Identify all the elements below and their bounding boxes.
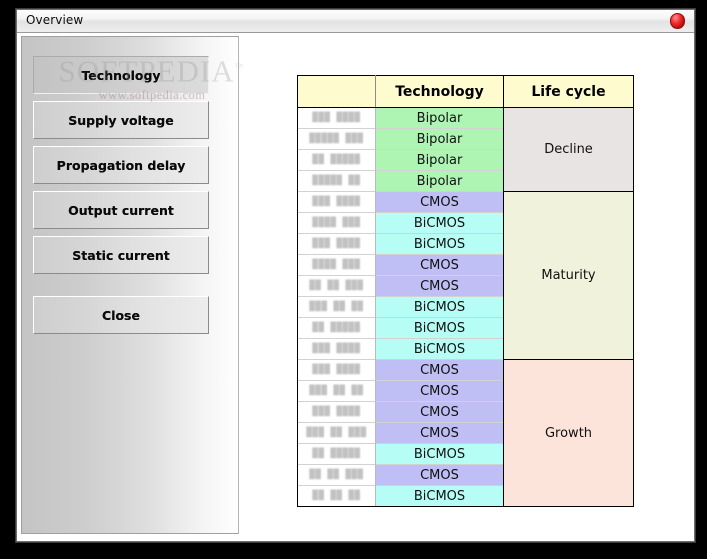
cell-part-number: ███ ████ [297, 233, 376, 255]
table-body: ███ ████ Bipolar Decline █████ ███ Bipolar ██… [297, 107, 634, 507]
cell-part-number: ███ ████ [297, 338, 376, 360]
sidebar-panel: Technology Supply voltage Propagation de… [21, 36, 244, 534]
cell-part-number: ███ ██ ███ [297, 422, 376, 444]
cell-technology: CMOS [375, 359, 504, 381]
cell-life-cycle: Maturity [503, 191, 634, 360]
cell-technology: BiCMOS [375, 233, 504, 255]
nav-button-label: Close [102, 307, 140, 323]
part-number-redacted: ███ ████ [312, 364, 361, 375]
cell-part-number: ██ █████ [297, 149, 376, 171]
cell-technology: BiCMOS [375, 443, 504, 465]
cell-part-number: ███ ██ ██ [297, 296, 376, 318]
cell-technology: Bipolar [375, 149, 504, 171]
column-header-technology: Technology [375, 75, 504, 108]
nav-button-label: Supply voltage [68, 112, 174, 128]
cell-life-cycle: Decline [503, 107, 634, 192]
technology-table-container: Technology Life cycle ███ ████ Bipolar Dec… [297, 75, 634, 507]
part-number-redacted: ███ ██ ██ [309, 385, 364, 396]
nav-button-static-current[interactable]: Static current [33, 236, 209, 274]
cell-technology: CMOS [375, 422, 504, 444]
cell-part-number: ██ ██ ██ [297, 485, 376, 507]
part-number-redacted: ████ ███ [312, 217, 361, 228]
cell-technology: CMOS [375, 380, 504, 402]
part-number-redacted: █████ ███ [309, 133, 364, 144]
cell-technology: BiCMOS [375, 338, 504, 360]
cell-part-number: ███ ████ [297, 359, 376, 381]
cell-technology: Bipolar [375, 128, 504, 150]
cell-technology: BiCMOS [375, 212, 504, 234]
part-number-redacted: ███ ████ [312, 196, 361, 207]
title-bar: Overview [17, 10, 694, 33]
cell-technology: CMOS [375, 275, 504, 297]
cell-technology: CMOS [375, 254, 504, 276]
close-icon-glyph [670, 13, 685, 29]
cell-technology: CMOS [375, 464, 504, 486]
cell-part-number: ███ ████ [297, 107, 376, 129]
part-number-redacted: ███ ████ [312, 406, 361, 417]
cell-technology: BiCMOS [375, 296, 504, 318]
nav-button-supply-voltage[interactable]: Supply voltage [33, 101, 209, 139]
part-number-redacted: ████ ███ [312, 259, 361, 270]
cell-part-number: █████ ███ [297, 128, 376, 150]
part-number-redacted: ███ ████ [312, 238, 361, 249]
cell-part-number: ███ ██ ██ [297, 380, 376, 402]
part-number-redacted: ██ █████ [312, 154, 361, 165]
part-number-redacted: ██ █████ [312, 448, 361, 459]
nav-button-label: Propagation delay [56, 157, 186, 173]
part-number-redacted: ██ ██ ███ [309, 280, 364, 291]
cell-technology: Bipolar [375, 170, 504, 192]
content-area: Technology Life cycle ███ ████ Bipolar Dec… [243, 33, 694, 541]
cell-part-number: ████ ███ [297, 212, 376, 234]
part-number-redacted: ██ ██ ███ [309, 469, 364, 480]
cell-life-cycle: Growth [503, 359, 634, 507]
cell-part-number: ██ ██ ███ [297, 275, 376, 297]
close-icon[interactable] [670, 13, 686, 29]
part-number-redacted: ███ ████ [312, 112, 361, 123]
cell-technology: Bipolar [375, 107, 504, 129]
part-number-redacted: ███ ██ ██ [309, 301, 364, 312]
part-number-redacted: █████ ██ [312, 175, 361, 186]
part-number-redacted: ██ █████ [312, 322, 361, 333]
client-area: Technology Supply voltage Propagation de… [17, 33, 694, 541]
technology-table: Technology Life cycle ███ ████ Bipolar Dec… [297, 75, 634, 507]
table-row[interactable]: ███ ████ CMOS Growth [297, 359, 634, 507]
column-header-life-cycle: Life cycle [503, 75, 634, 108]
table-header-row: Technology Life cycle [297, 75, 634, 108]
cell-technology: CMOS [375, 401, 504, 423]
table-row[interactable]: ███ ████ Bipolar Decline [297, 107, 634, 192]
cell-technology: CMOS [375, 191, 504, 213]
cell-part-number: ██ ██ ███ [297, 464, 376, 486]
nav-button-technology[interactable]: Technology [33, 56, 209, 94]
column-header-part [297, 75, 376, 108]
cell-technology: BiCMOS [375, 485, 504, 507]
nav-button-label: Output current [68, 202, 174, 218]
cell-part-number: ██ █████ [297, 317, 376, 339]
cell-part-number: ████ ███ [297, 254, 376, 276]
table-header: Technology Life cycle [297, 75, 634, 108]
nav-button-output-current[interactable]: Output current [33, 191, 209, 229]
nav-button-label: Technology [81, 67, 161, 83]
overview-window: Overview Technology Supply voltage Propa… [16, 9, 695, 542]
part-number-redacted: ██ ██ ██ [312, 490, 361, 501]
nav-button-label: Static current [72, 247, 170, 263]
cell-technology: BiCMOS [375, 317, 504, 339]
nav-button-propagation-delay[interactable]: Propagation delay [33, 146, 209, 184]
table-row[interactable]: ███ ████ CMOS Maturity [297, 191, 634, 360]
cell-part-number: ██ █████ [297, 443, 376, 465]
cell-part-number: ███ ████ [297, 401, 376, 423]
nav-button-close[interactable]: Close [33, 296, 209, 334]
cell-part-number: ███ ████ [297, 191, 376, 213]
part-number-redacted: ███ ████ [312, 343, 361, 354]
cell-part-number: █████ ██ [297, 170, 376, 192]
part-number-redacted: ███ ██ ███ [306, 427, 367, 438]
window-title: Overview [26, 13, 84, 27]
